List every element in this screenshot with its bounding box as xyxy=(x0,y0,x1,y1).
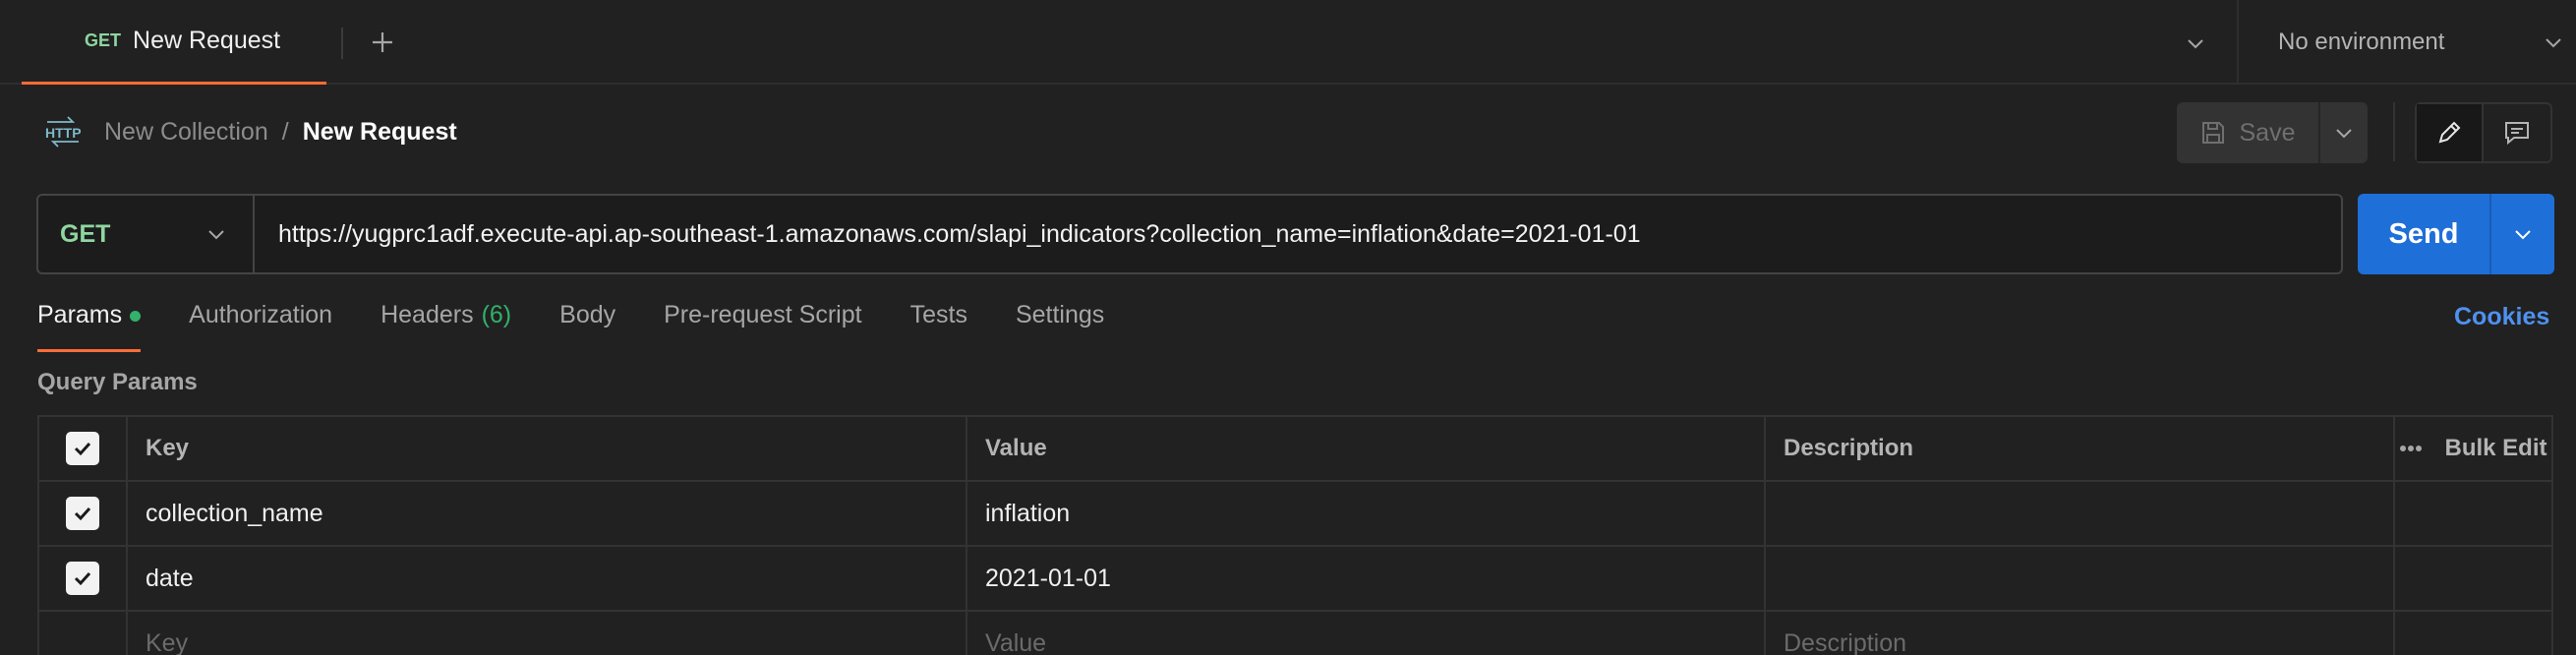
http-request-icon: HTTP xyxy=(41,114,85,149)
query-params-table: Key Value Description Bulk Edit collecti… xyxy=(37,415,2553,655)
send-button-group: Send xyxy=(2358,194,2554,274)
row-actions-cell xyxy=(2395,612,2551,655)
table-row: date 2021-01-01 xyxy=(39,547,2551,612)
save-label: Save xyxy=(2239,118,2296,147)
tab-params-label: Params xyxy=(37,301,123,328)
table-row-new: Key Value Description xyxy=(39,612,2551,655)
plus-icon xyxy=(373,32,392,52)
save-icon xyxy=(2201,122,2224,144)
select-all-cell xyxy=(39,417,128,480)
view-mode-buttons xyxy=(2415,102,2552,163)
row-checkbox-cell xyxy=(39,482,128,545)
param-value-input[interactable]: 2021-01-01 xyxy=(967,547,1766,610)
tab-bar: GET New Request No environment xyxy=(0,0,2576,85)
row-checkbox[interactable] xyxy=(66,497,99,530)
request-tab[interactable]: GET New Request xyxy=(22,0,326,85)
tab-headers-label: Headers xyxy=(381,301,474,328)
breadcrumb-collection[interactable]: New Collection xyxy=(104,116,268,148)
query-params-title: Query Params xyxy=(37,369,198,395)
column-header-key: Key xyxy=(128,417,967,480)
tab-params[interactable]: Params xyxy=(37,301,142,352)
tab-headers[interactable]: Headers (6) xyxy=(381,301,511,352)
checkmark-icon xyxy=(74,571,91,586)
method-value: GET xyxy=(60,219,111,248)
tab-tests[interactable]: Tests xyxy=(910,301,967,352)
table-row: collection_name inflation xyxy=(39,482,2551,547)
send-button[interactable]: Send xyxy=(2358,194,2489,274)
chevron-down-icon xyxy=(2546,38,2561,48)
param-value-input[interactable]: inflation xyxy=(967,482,1766,545)
tab-body-label: Body xyxy=(559,301,616,328)
comments-button[interactable] xyxy=(2484,104,2550,161)
add-tab-button[interactable] xyxy=(364,24,401,61)
select-all-checkbox[interactable] xyxy=(66,432,99,465)
bulk-edit-cell: Bulk Edit xyxy=(2395,417,2551,480)
environment-selector[interactable]: No environment xyxy=(2239,0,2576,85)
method-select[interactable]: GET xyxy=(38,196,255,272)
chevron-down-icon xyxy=(2336,129,2352,139)
comment-icon xyxy=(2505,122,2529,146)
row-checkbox-cell xyxy=(39,612,128,655)
param-key-input[interactable]: date xyxy=(128,547,967,610)
save-button[interactable]: Save xyxy=(2177,102,2318,163)
cookies-link[interactable]: Cookies xyxy=(2454,303,2549,331)
checkmark-icon xyxy=(74,442,91,456)
breadcrumb: New Collection / New Request xyxy=(104,116,457,148)
tab-authorization-label: Authorization xyxy=(189,301,333,328)
param-description-input[interactable] xyxy=(1766,482,2395,545)
chevron-down-icon xyxy=(2515,230,2531,240)
environment-label: No environment xyxy=(2278,29,2445,55)
breadcrumb-request-name[interactable]: New Request xyxy=(303,116,457,148)
pencil-icon xyxy=(2438,121,2461,144)
send-dropdown-button[interactable] xyxy=(2489,194,2554,274)
breadcrumb-separator: / xyxy=(281,118,289,146)
request-tabs: Params Authorization Headers (6) Body Pr… xyxy=(37,301,1152,354)
param-key-input[interactable]: collection_name xyxy=(128,482,967,545)
svg-text:HTTP: HTTP xyxy=(45,125,82,141)
save-dropdown-button[interactable] xyxy=(2318,102,2368,163)
tab-tests-label: Tests xyxy=(909,301,967,328)
row-actions-cell xyxy=(2395,547,2551,610)
tab-settings[interactable]: Settings xyxy=(1016,301,1104,352)
new-param-key-input[interactable]: Key xyxy=(128,612,967,655)
tabs-dropdown-button[interactable] xyxy=(2178,28,2213,59)
new-param-value-input[interactable]: Value xyxy=(967,612,1766,655)
row-checkbox-cell xyxy=(39,547,128,610)
request-tab-method: GET xyxy=(85,30,122,50)
param-description-input[interactable] xyxy=(1766,547,2395,610)
tab-authorization[interactable]: Authorization xyxy=(189,301,332,352)
toolbar-divider xyxy=(2393,102,2395,161)
row-checkbox[interactable] xyxy=(66,562,99,595)
tab-pre-request-script[interactable]: Pre-request Script xyxy=(664,301,861,352)
tab-body[interactable]: Body xyxy=(559,301,615,352)
tab-settings-label: Settings xyxy=(1015,301,1105,328)
request-url-bar: GET https://yugprc1adf.execute-api.ap-so… xyxy=(36,194,2343,274)
column-header-description: Description xyxy=(1766,417,2395,480)
request-tab-name: New Request xyxy=(133,27,281,54)
column-header-value: Value xyxy=(967,417,1766,480)
table-header-row: Key Value Description Bulk Edit xyxy=(39,417,2551,482)
headers-count: (6) xyxy=(481,301,512,328)
tab-divider xyxy=(341,28,343,59)
tab-pre-request-label: Pre-request Script xyxy=(664,301,862,328)
chevron-down-icon xyxy=(2188,39,2203,49)
new-param-description-input[interactable]: Description xyxy=(1766,612,2395,655)
chevron-down-icon xyxy=(208,230,224,240)
more-options-icon[interactable] xyxy=(2399,445,2423,452)
row-actions-cell xyxy=(2395,482,2551,545)
edit-button[interactable] xyxy=(2417,104,2484,161)
checkmark-icon xyxy=(74,506,91,521)
url-input[interactable]: https://yugprc1adf.execute-api.ap-southe… xyxy=(255,196,2341,272)
params-active-dot xyxy=(130,311,142,322)
save-button-group: Save xyxy=(2177,102,2368,163)
bulk-edit-button[interactable]: Bulk Edit xyxy=(2444,435,2547,462)
